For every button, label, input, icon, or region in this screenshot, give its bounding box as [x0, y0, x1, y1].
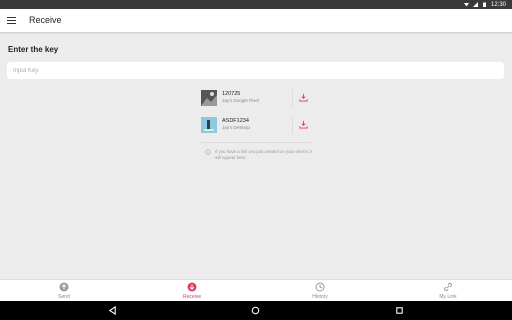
device-thumbnail	[201, 90, 217, 106]
signal-icon	[472, 2, 478, 7]
device-thumbnail	[201, 117, 217, 133]
device-subtitle: Jay's Google Pixel	[222, 98, 259, 103]
device-row[interactable]: 120725 Jay's Google Pixel	[201, 89, 311, 109]
battery-icon	[482, 2, 486, 7]
back-icon[interactable]	[108, 306, 117, 315]
bottom-navigation: Send Receive History My Link	[0, 279, 512, 302]
upload-icon	[59, 282, 69, 292]
device-row[interactable]: ASDF1234 Jay's Desktop	[201, 116, 311, 136]
info-icon	[205, 149, 211, 155]
device-subtitle: Jay's Desktop	[222, 125, 250, 130]
link-icon	[444, 282, 452, 292]
wifi-icon	[463, 3, 469, 7]
page-title: Receive	[29, 15, 62, 25]
nav-label: My Link	[439, 294, 457, 300]
clock-icon	[315, 282, 325, 292]
nav-send[interactable]: Send	[0, 280, 128, 302]
status-time: 12:30	[490, 1, 506, 8]
app-bar: Receive	[0, 9, 512, 32]
device-name: 120725	[222, 91, 241, 97]
download-icon[interactable]	[299, 93, 308, 102]
key-input[interactable]	[7, 62, 504, 79]
download-icon[interactable]	[299, 120, 308, 129]
status-bar: 12:30	[0, 0, 512, 9]
nav-receive[interactable]: Receive	[128, 280, 256, 302]
system-navigation-bar	[0, 301, 512, 320]
divider	[292, 116, 293, 134]
divider	[201, 142, 311, 143]
recents-icon[interactable]	[395, 306, 404, 315]
home-icon[interactable]	[251, 306, 260, 315]
section-title: Enter the key	[8, 45, 59, 54]
nav-label: Send	[58, 294, 70, 300]
info-message: If you have a link you just created on y…	[215, 149, 313, 160]
nav-my-link[interactable]: My Link	[384, 280, 512, 302]
menu-icon[interactable]	[7, 17, 16, 24]
nav-history[interactable]: History	[256, 280, 384, 302]
nav-label: Receive	[182, 294, 202, 300]
divider	[292, 89, 293, 107]
device-name: ASDF1234	[222, 118, 249, 124]
download-icon	[187, 282, 197, 292]
nav-label: History	[312, 294, 328, 300]
